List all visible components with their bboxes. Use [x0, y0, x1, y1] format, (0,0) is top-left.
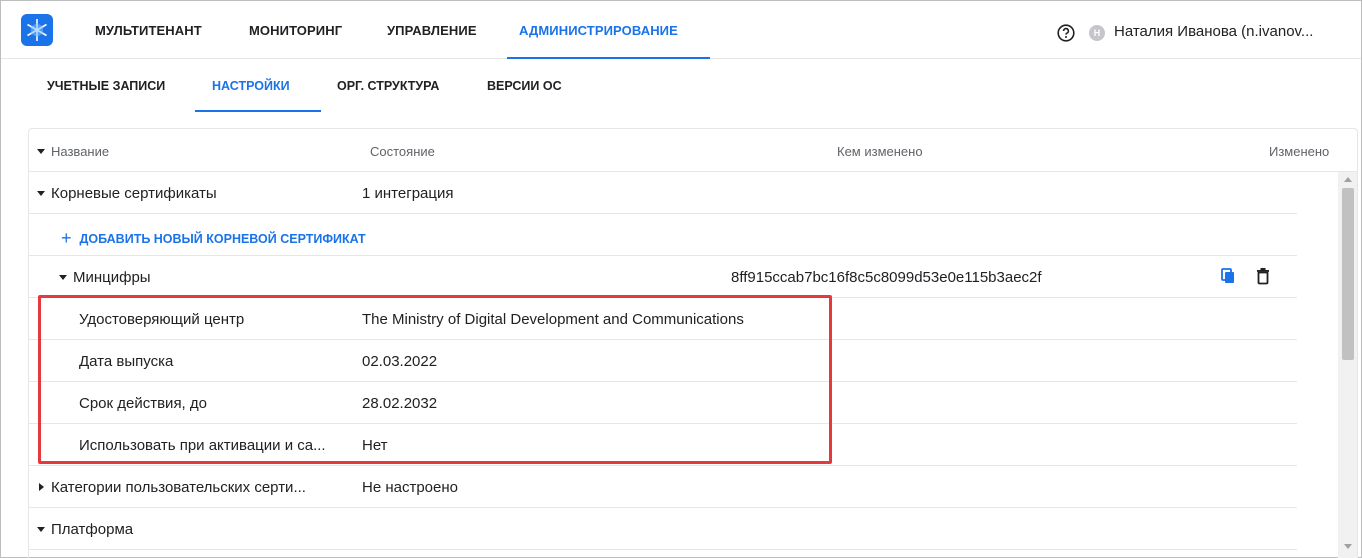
certificate-hash: 8ff915ccab7bc16f8c5c8099d53e0e115b3aec2f [731, 269, 1042, 286]
row-state: Не настроено [362, 479, 458, 496]
table-row-platform[interactable]: Платформа [29, 508, 1297, 550]
user-name[interactable]: Наталия Иванова (n.ivanov... [1114, 23, 1313, 40]
nav-item-monitoring[interactable]: МОНИТОРИНГ [249, 23, 342, 38]
caret-down-icon[interactable] [59, 274, 67, 280]
detail-label: Использовать при активации и са... [79, 437, 326, 454]
row-name: Корневые сертификаты [37, 185, 217, 202]
nav-active-indicator [507, 57, 710, 59]
settings-table: Название Состояние Кем изменено Изменено… [28, 128, 1358, 558]
caret-right-icon[interactable] [39, 483, 44, 492]
nav-item-administration[interactable]: АДМИНИСТРИРОВАНИЕ [519, 23, 678, 38]
detail-value: The Ministry of Digital Development and … [362, 311, 744, 328]
table-header: Название Состояние Кем изменено Изменено [29, 129, 1357, 172]
nav-item-management[interactable]: УПРАВЛЕНИЕ [387, 23, 477, 38]
detail-label: Дата выпуска [79, 353, 174, 370]
plus-icon: + [61, 228, 72, 248]
row-name: Платформа [37, 521, 133, 538]
row-name: Категории пользовательских серти... [39, 479, 306, 496]
detail-value: 02.03.2022 [362, 353, 438, 370]
vertical-scrollbar[interactable] [1338, 172, 1357, 558]
column-header-name[interactable]: Название [37, 144, 109, 159]
scroll-thumb[interactable] [1342, 188, 1354, 360]
logo-icon[interactable] [21, 14, 53, 46]
tab-active-indicator [195, 110, 321, 112]
tab-settings[interactable]: НАСТРОЙКИ [212, 79, 290, 93]
add-root-certificate-button[interactable]: + ДОБАВИТЬ НОВЫЙ КОРНЕВОЙ СЕРТИФИКАТ [61, 227, 366, 248]
caret-down-icon[interactable] [37, 526, 45, 532]
detail-value: 28.02.2032 [362, 395, 438, 412]
top-navigation: МУЛЬТИТЕНАНТ МОНИТОРИНГ УПРАВЛЕНИЕ АДМИН… [1, 1, 1361, 59]
row-state: 1 интеграция [362, 185, 454, 202]
tab-org-structure[interactable]: ОРГ. СТРУКТУРА [337, 79, 439, 93]
table-row-mincifry[interactable]: Минцифры 8ff915ccab7bc16f8c5c8099d53e0e1… [29, 256, 1297, 298]
row-name: Минцифры [59, 269, 151, 286]
column-header-state[interactable]: Состояние [370, 144, 435, 159]
table-row-root-certificates[interactable]: Корневые сертификаты 1 интеграция [29, 172, 1297, 214]
table-row-detail: Использовать при активации и са... Нет [29, 424, 1297, 466]
avatar[interactable]: Н [1089, 25, 1105, 41]
scroll-down-icon[interactable] [1344, 544, 1352, 549]
column-header-changed-by[interactable]: Кем изменено [837, 144, 923, 159]
table-row-user-certificates[interactable]: Категории пользовательских серти... Не н… [29, 466, 1297, 508]
tab-os-versions[interactable]: ВЕРСИИ ОС [487, 79, 562, 93]
help-icon[interactable] [1057, 24, 1075, 42]
trash-icon[interactable] [1255, 267, 1271, 285]
caret-down-icon[interactable] [37, 190, 45, 196]
table-row-detail: Срок действия, до 28.02.2032 [29, 382, 1297, 424]
table-row-detail: Дата выпуска 02.03.2022 [29, 340, 1297, 382]
detail-value: Нет [362, 437, 388, 454]
detail-label: Срок действия, до [79, 395, 207, 412]
scroll-up-icon[interactable] [1344, 177, 1352, 182]
tab-accounts[interactable]: УЧЕТНЫЕ ЗАПИСИ [47, 79, 165, 93]
nav-item-multitenant[interactable]: МУЛЬТИТЕНАНТ [95, 23, 202, 38]
table-row-detail: Удостоверяющий центр The Ministry of Dig… [29, 298, 1297, 340]
column-header-changed[interactable]: Изменено [1269, 144, 1329, 159]
copy-icon[interactable] [1219, 267, 1237, 285]
caret-down-icon [37, 149, 45, 155]
table-row-add-certificate: + ДОБАВИТЬ НОВЫЙ КОРНЕВОЙ СЕРТИФИКАТ [29, 214, 1297, 256]
detail-label: Удостоверяющий центр [79, 311, 245, 328]
